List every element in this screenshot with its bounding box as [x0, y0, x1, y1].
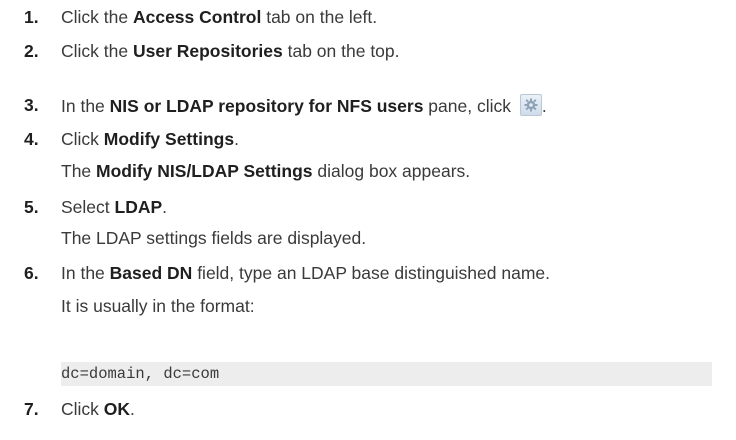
step-number: 3.	[24, 95, 39, 115]
ui-term-nis-ldap-pane: NIS or LDAP repository for NFS users	[109, 96, 424, 116]
text-run: The	[61, 161, 97, 181]
text-run: pane, click	[423, 96, 516, 116]
step-text: Click OK.	[61, 398, 135, 420]
step-text: Select LDAP.	[61, 196, 167, 218]
text-run: In the	[61, 263, 110, 283]
code-example: dc=domain, dc=com	[61, 362, 712, 386]
procedure-document: 1. Click the Access Control tab on the l…	[0, 0, 736, 440]
step-text: Click Modify Settings.	[61, 128, 239, 150]
ui-term-ok: OK	[103, 399, 131, 419]
text-run: .	[234, 129, 239, 149]
text-run: In the	[61, 96, 110, 116]
step-number: 5.	[24, 197, 39, 217]
text-run: It is usually in the format:	[61, 296, 255, 316]
text-run: dialog box appears.	[312, 161, 471, 181]
text-run: tab on the top.	[282, 41, 400, 61]
text-run: The LDAP settings fields are displayed.	[61, 228, 367, 248]
text-run: Select	[61, 197, 115, 217]
gear-settings-icon	[519, 94, 542, 116]
step-text: Click the Access Control tab on the left…	[61, 6, 377, 28]
step-5-result: The LDAP settings fields are displayed.	[61, 227, 366, 249]
ui-term-based-dn: Based DN	[109, 263, 193, 283]
step-6-note: It is usually in the format:	[61, 295, 255, 317]
step-text: Click the User Repositories tab on the t…	[61, 40, 400, 62]
step-text: In the NIS or LDAP repository for NFS us…	[61, 94, 547, 117]
step-number: 6.	[24, 263, 39, 283]
ui-term-access-control: Access Control	[132, 7, 262, 27]
text-run: .	[541, 96, 547, 116]
ui-term-modify-settings: Modify Settings	[103, 129, 235, 149]
step-number: 4.	[24, 129, 39, 149]
text-run: .	[162, 197, 168, 217]
text-run: Click the	[61, 41, 133, 61]
ui-term-modify-nis-ldap-dialog: Modify NIS/LDAP Settings	[96, 161, 313, 181]
step-4-result: The Modify NIS/LDAP Settings dialog box …	[61, 160, 470, 182]
text-run: Click the	[61, 7, 133, 27]
text-run: tab on the left.	[261, 7, 378, 27]
step-number: 7.	[24, 399, 39, 419]
text-run: Click	[61, 129, 104, 149]
text-run: Click	[61, 399, 104, 419]
ui-term-ldap: LDAP	[114, 197, 163, 217]
text-run: field, type an LDAP base distinguished n…	[192, 263, 551, 283]
ui-term-user-repositories: User Repositories	[132, 41, 283, 61]
text-run: .	[130, 399, 135, 419]
step-number: 2.	[24, 41, 39, 61]
step-text: In the Based DN field, type an LDAP base…	[61, 262, 550, 284]
step-number: 1.	[24, 7, 39, 27]
